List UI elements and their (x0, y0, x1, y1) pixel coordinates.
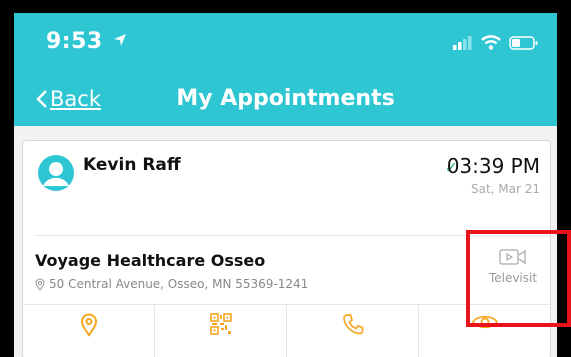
call-button[interactable] (287, 305, 419, 357)
address-text: 50 Central Avenue, Osseo, MN 55369-1241 (49, 277, 309, 291)
page-title: My Appointments (176, 86, 395, 111)
qr-code-icon (209, 313, 232, 335)
appointment-date: Sat, Mar 21 (470, 182, 540, 196)
status-bar: 9:53 (14, 13, 557, 73)
status-time: 9:53 (46, 29, 127, 54)
qr-code-button[interactable] (155, 305, 287, 357)
patient-name: Kevin Raff (83, 155, 181, 175)
signal-icon (453, 35, 472, 50)
location-arrow-icon (113, 34, 126, 46)
nav-bar: Back My Appointments (14, 85, 557, 123)
battery-icon (509, 35, 538, 50)
highlight-box (466, 230, 571, 327)
app-header: 9:53 Back My Appointments (14, 13, 557, 126)
location-address: 50 Central Avenue, Osseo, MN 55369-1241 (35, 277, 308, 291)
map-pin-icon (80, 313, 97, 337)
map-pin-outline-icon (35, 278, 45, 291)
status-icons (453, 35, 539, 50)
appointment-time: 03:39 PM (446, 154, 540, 178)
location-name: Voyage Healthcare Osseo (35, 251, 266, 270)
wifi-icon (481, 35, 501, 50)
directions-button[interactable] (23, 305, 155, 357)
avatar-icon (38, 155, 74, 191)
phone-icon (342, 314, 363, 335)
